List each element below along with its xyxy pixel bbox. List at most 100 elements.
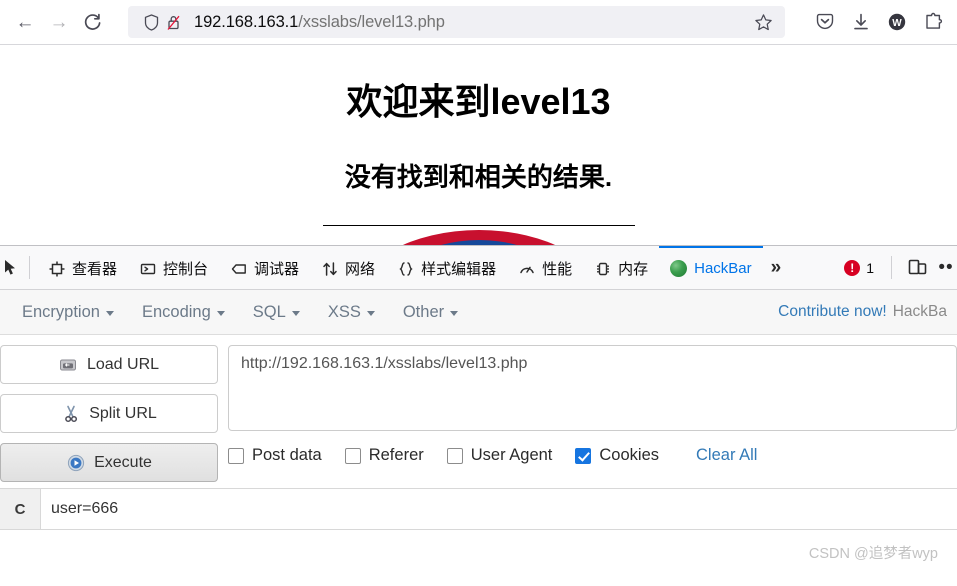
devtools-tab-debugger[interactable]: 调试器 (219, 246, 310, 289)
arrow-right-icon: → (49, 11, 69, 33)
tab-overflow-chevron-icon[interactable]: » (763, 246, 790, 289)
devtools-tab-label: 性能 (542, 261, 573, 278)
devtools-tab-network[interactable]: 网络 (310, 246, 386, 289)
menu-label: Encoding (141, 302, 211, 321)
error-circle-icon: ! (844, 259, 861, 276)
responsive-design-mode-icon[interactable] (899, 246, 935, 289)
chevron-down-icon (366, 311, 375, 316)
post-data-checkbox[interactable]: Post data (228, 446, 322, 465)
clear-all-link[interactable]: Clear All (696, 446, 757, 465)
style-editor-icon (397, 260, 414, 277)
hackbar-menu-other[interactable]: Other (389, 297, 472, 328)
lock-crossed-icon[interactable] (162, 11, 184, 33)
button-label: Split URL (89, 404, 157, 422)
site-logo-image (355, 226, 602, 245)
cookie-row: C user=666 (0, 488, 957, 530)
cookie-input[interactable]: user=666 (41, 489, 957, 529)
devtools-tab-label: 网络 (345, 261, 376, 278)
devtools-tab-label: 样式编辑器 (421, 261, 497, 278)
execute-button[interactable]: Execute (0, 443, 218, 482)
browser-extensions-area: W (809, 6, 949, 38)
devtools-tab-label: 调试器 (254, 261, 300, 278)
devtools-tab-memory[interactable]: 内存 (583, 246, 659, 289)
download-icon[interactable] (845, 6, 877, 38)
chevron-down-icon (291, 311, 300, 316)
hackbar-menu-encryption[interactable]: Encryption (8, 297, 128, 328)
pocket-icon[interactable] (809, 6, 841, 38)
element-picker-icon[interactable] (0, 246, 22, 289)
menu-label: XSS (327, 302, 361, 321)
checkbox-box (228, 447, 244, 464)
watermark-area: CSDN @追梦者wyp (0, 530, 957, 574)
request-options-row: Post data Referer User Agent Cookies Cle… (228, 446, 957, 465)
tabbar-separator (29, 256, 30, 279)
hackbar-panel: Load URL Split URL Execute http://192.16… (0, 335, 957, 482)
url-bar[interactable]: 192.168.163.1/xsslabs/level13.php (128, 6, 785, 38)
star-icon[interactable] (747, 6, 779, 38)
watermark-text: CSDN @追梦者wyp (808, 546, 938, 562)
devtools-tab-style-editor[interactable]: 样式编辑器 (386, 246, 507, 289)
hackbar-fields: http://192.168.163.1/xsslabs/level13.php… (228, 345, 957, 482)
arrow-left-icon: ← (15, 11, 35, 33)
devtools-tab-console[interactable]: 控制台 (128, 246, 219, 289)
reload-icon (84, 13, 101, 30)
contribute-link[interactable]: Contribute now! (778, 303, 887, 321)
split-url-scissors-icon (61, 404, 80, 423)
devtools-tab-label: HackBar (694, 260, 752, 277)
devtools-tab-bar: 查看器 控制台 调试器 网络 样式编辑器 性能 内存 HackBar » ! 1… (0, 245, 957, 290)
memory-icon (594, 260, 611, 277)
url-host: 192.168.163.1 (194, 12, 299, 31)
devtools-tab-inspector[interactable]: 查看器 (37, 246, 128, 289)
checkbox-label: User Agent (470, 446, 553, 464)
checkbox-label: Cookies (599, 446, 660, 464)
hackbar-icon (670, 260, 688, 277)
error-count-label: 1 (866, 259, 874, 276)
page-subtitle: 没有找到和相关的结果. (344, 162, 613, 192)
web-page-content: 欢迎来到level13 没有找到和相关的结果. (0, 45, 957, 245)
tabbar-spacer (789, 246, 834, 289)
chevron-down-icon (216, 311, 225, 316)
reload-button[interactable] (76, 5, 110, 39)
back-button[interactable]: ← (8, 5, 42, 39)
svg-text:W: W (892, 18, 902, 29)
checkbox-box (344, 447, 361, 464)
menu-label: Encryption (22, 302, 100, 321)
contribute-area: Contribute now! HackBa (778, 303, 949, 321)
extensions-puzzle-icon[interactable] (917, 6, 949, 38)
menu-label: SQL (252, 302, 286, 321)
devtools-tab-label: 查看器 (72, 261, 118, 278)
tabbar-separator (891, 256, 892, 279)
chevron-down-icon (105, 311, 114, 316)
load-url-button[interactable]: Load URL (0, 345, 218, 384)
menu-label: Other (402, 302, 445, 321)
shield-icon[interactable] (140, 11, 162, 33)
hackbar-action-buttons: Load URL Split URL Execute (0, 345, 228, 482)
cookies-checkbox[interactable]: Cookies (575, 446, 659, 465)
forward-button[interactable]: → (42, 5, 76, 39)
checkbox-box-checked (575, 447, 592, 464)
button-label: Load URL (86, 355, 160, 373)
split-url-button[interactable]: Split URL (0, 394, 218, 433)
wappalyzer-icon[interactable]: W (881, 6, 913, 38)
url-input-textarea[interactable]: http://192.168.163.1/xsslabs/level13.php (228, 345, 957, 431)
devtools-settings-menu-icon[interactable]: •• (935, 246, 957, 289)
console-icon (139, 260, 156, 277)
error-count-badge[interactable]: ! 1 (834, 246, 884, 289)
user-agent-checkbox[interactable]: User Agent (446, 446, 553, 465)
page-title: 欢迎来到level13 (346, 81, 611, 122)
checkbox-label: Post data (252, 446, 322, 464)
devtools-tab-performance[interactable]: 性能 (507, 246, 583, 289)
network-icon (321, 260, 338, 277)
devtools-tab-label: 内存 (618, 261, 649, 278)
inspector-icon (48, 260, 65, 277)
url-path: /xsslabs/level13.php (298, 12, 445, 31)
checkbox-label: Referer (368, 446, 424, 464)
button-label: Execute (94, 453, 152, 471)
devtools-tab-hackbar[interactable]: HackBar (659, 246, 763, 289)
debugger-icon (230, 260, 247, 277)
hackbar-menu-sql[interactable]: SQL (239, 297, 314, 328)
referer-checkbox[interactable]: Referer (344, 446, 424, 465)
hackbar-menu-encoding[interactable]: Encoding (128, 297, 239, 328)
chevron-down-icon (450, 311, 459, 316)
hackbar-menu-xss[interactable]: XSS (314, 297, 389, 328)
